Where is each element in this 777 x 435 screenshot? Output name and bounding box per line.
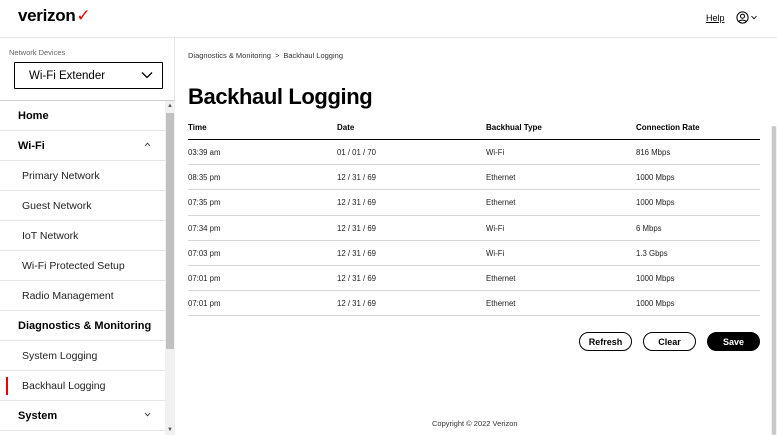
cell-backhaul-type: Ethernet (486, 173, 516, 183)
cell-backhaul-type: Wi-Fi (486, 248, 505, 258)
sidebar-item-label: Radio Management (22, 289, 114, 302)
table-row: 07:35 pm 12 / 31 / 69 Ethernet 1000 Mbps (188, 190, 760, 216)
cell-connection-rate: 1.3 Gbps (636, 248, 668, 258)
sidebar-item-label: Guest Network (22, 199, 92, 212)
table-row: 07:34 pm 12 / 31 / 69 Wi-Fi 6 Mbps (188, 216, 760, 241)
copyright-text: Copyright © 2022 Verizon (432, 419, 518, 428)
cell-backhaul-type: Wi-Fi (486, 223, 505, 233)
sidebar-item-label: System Logging (22, 349, 98, 362)
cell-date: 12 / 31 / 69 (337, 173, 377, 183)
verizon-logo[interactable]: verizon✓ (18, 6, 91, 26)
column-header-date: Date (337, 123, 355, 132)
cell-backhaul-type: Ethernet (486, 299, 516, 309)
breadcrumb-parent[interactable]: Diagnostics & Monitoring (188, 51, 271, 60)
column-header-time: Time (188, 123, 207, 132)
table-row: 07:03 pm 12 / 31 / 69 Wi-Fi 1.3 Gbps (188, 241, 760, 266)
user-menu[interactable] (736, 9, 766, 25)
logo-check-icon: ✓ (76, 6, 91, 25)
chevron-down-icon (751, 15, 757, 19)
table-header: Time Date Backhual Type Connection Rate (188, 118, 760, 140)
main-scroll-thumb[interactable] (772, 126, 776, 435)
cell-time: 07:34 pm (188, 223, 221, 233)
cell-connection-rate: 816 Mbps (636, 148, 671, 157)
sidebar-scroll-thumb[interactable] (166, 113, 174, 349)
cell-date: 01 / 01 / 70 (337, 148, 377, 157)
sidebar-item-radio-management[interactable]: Radio Management (0, 281, 165, 311)
device-select[interactable]: Wi-Fi Extender (14, 62, 163, 89)
scroll-down-icon[interactable]: ▼ (166, 426, 174, 434)
cell-time: 03:39 am (188, 148, 221, 157)
cell-backhaul-type: Ethernet (486, 198, 516, 208)
sidebar-item-wifi[interactable]: Wi-Fi (0, 131, 165, 161)
column-header-backhaul-type: Backhual Type (486, 123, 542, 132)
sidebar-item-label: Wi-Fi Protected Setup (22, 259, 125, 272)
breadcrumb-separator: > (274, 51, 280, 60)
sidebar-item-system[interactable]: System (0, 401, 165, 431)
cell-time: 07:01 pm (188, 273, 221, 283)
logo-text: verizon (18, 6, 76, 25)
sidebar-item-home[interactable]: Home (0, 101, 165, 131)
cell-date: 12 / 31 / 69 (337, 299, 377, 309)
column-header-connection-rate: Connection Rate (636, 123, 700, 132)
sidebar-item-guest-network[interactable]: Guest Network (0, 191, 165, 221)
chevron-down-icon (141, 72, 153, 79)
sidebar-item-label: Diagnostics & Monitoring (18, 319, 152, 332)
cell-date: 12 / 31 / 69 (337, 223, 377, 233)
sidebar: Network Devices Wi-Fi Extender Home Wi-F… (0, 38, 175, 435)
cell-backhaul-type: Ethernet (486, 273, 516, 283)
cell-time: 07:35 pm (188, 198, 221, 208)
cell-connection-rate: 6 Mbps (636, 223, 662, 233)
sidebar-nav: Home Wi-Fi Primary Network Guest Network… (0, 101, 165, 435)
cell-time: 07:01 pm (188, 299, 221, 309)
sidebar-item-label: Wi-Fi (18, 139, 45, 152)
cell-date: 12 / 31 / 69 (337, 248, 377, 258)
device-select-value: Wi-Fi Extender (29, 69, 106, 82)
backhaul-log-table: Time Date Backhual Type Connection Rate … (188, 118, 760, 317)
table-row: 07:01 pm 12 / 31 / 69 Ethernet 1000 Mbps (188, 266, 760, 292)
cell-connection-rate: 1000 Mbps (636, 198, 675, 208)
table-row: 08:35 pm 12 / 31 / 69 Ethernet 1000 Mbps (188, 165, 760, 191)
table-row: 03:39 am 01 / 01 / 70 Wi-Fi 816 Mbps (188, 140, 760, 166)
cell-connection-rate: 1000 Mbps (636, 273, 675, 283)
breadcrumb-current: Backhaul Logging (283, 51, 343, 60)
sidebar-item-backhaul-logging[interactable]: Backhaul Logging (0, 371, 165, 401)
cell-connection-rate: 1000 Mbps (636, 173, 675, 183)
user-icon (736, 10, 749, 24)
cell-date: 12 / 31 / 69 (337, 198, 377, 208)
cell-connection-rate: 1000 Mbps (636, 299, 675, 309)
sidebar-item-label: IoT Network (22, 229, 79, 242)
chevron-up-icon (144, 142, 151, 147)
sidebar-item-system-logging[interactable]: System Logging (0, 341, 165, 371)
scroll-up-icon[interactable]: ▲ (166, 102, 174, 110)
sidebar-item-diagnostics-monitoring[interactable]: Diagnostics & Monitoring (0, 311, 165, 341)
cell-time: 08:35 pm (188, 173, 221, 183)
sidebar-item-label: Backhaul Logging (22, 379, 106, 392)
sidebar-item-wifi-protected-setup[interactable]: Wi-Fi Protected Setup (0, 251, 165, 281)
sidebar-item-label: System (18, 409, 58, 422)
cell-backhaul-type: Wi-Fi (486, 148, 505, 157)
sidebar-item-label: Home (18, 109, 49, 122)
sidebar-item-label: Primary Network (22, 169, 100, 182)
breadcrumb: Diagnostics & Monitoring > Backhaul Logg… (188, 51, 343, 60)
chevron-up-icon (144, 322, 151, 327)
refresh-button[interactable]: Refresh (579, 332, 632, 351)
cell-date: 12 / 31 / 69 (337, 273, 377, 283)
help-link[interactable]: Help (706, 13, 725, 23)
clear-button[interactable]: Clear (643, 332, 696, 351)
top-header: verizon✓ Help (0, 0, 777, 38)
network-devices-label: Network Devices (9, 48, 66, 57)
save-button[interactable]: Save (707, 332, 760, 351)
chevron-down-icon (144, 412, 151, 417)
table-row: 07:01 pm 12 / 31 / 69 Ethernet 1000 Mbps (188, 291, 760, 317)
sidebar-item-primary-network[interactable]: Primary Network (0, 161, 165, 191)
sidebar-item-iot-network[interactable]: IoT Network (0, 221, 165, 251)
main-scrollbar[interactable] (771, 126, 777, 435)
sidebar-scrollbar[interactable]: ▲ ▼ (165, 101, 175, 435)
page-title: Backhaul Logging (188, 84, 373, 109)
cell-time: 07:03 pm (188, 248, 221, 258)
